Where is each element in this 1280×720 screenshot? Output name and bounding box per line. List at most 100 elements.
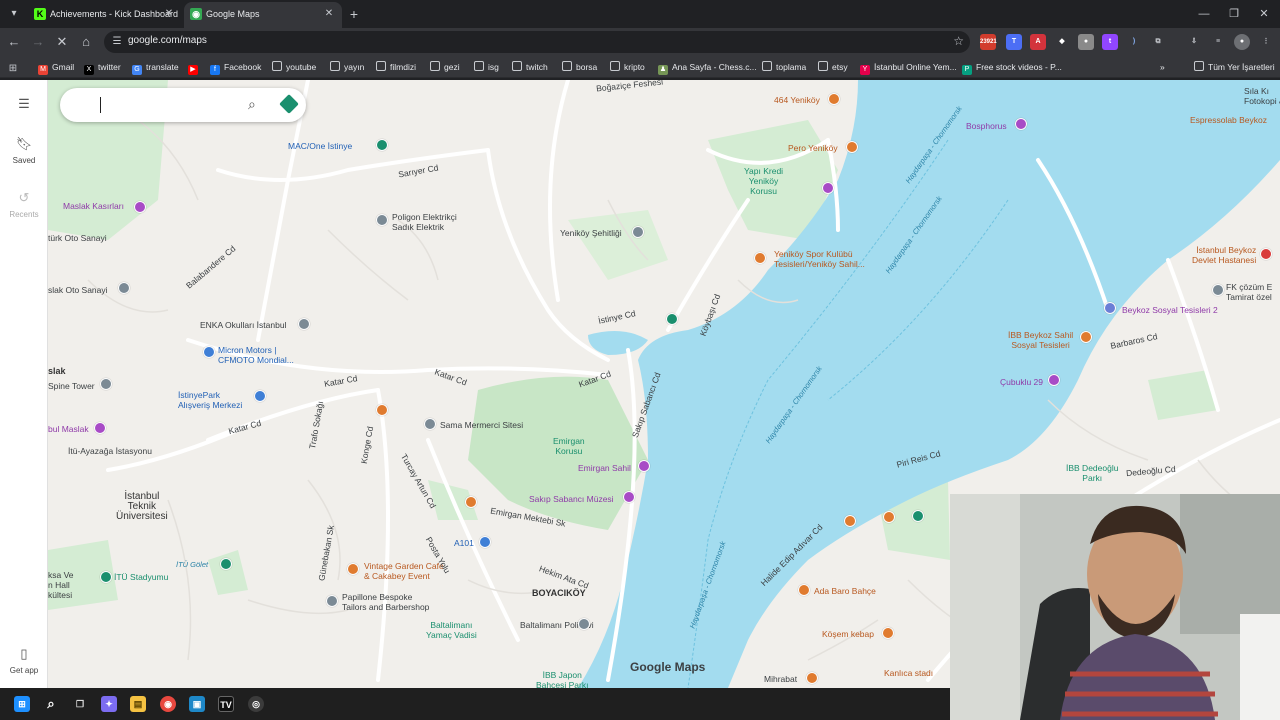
gym-pin-icon[interactable]	[376, 139, 388, 151]
search-input[interactable]	[104, 96, 234, 108]
school-pin-icon[interactable]	[298, 318, 310, 330]
restaurant-pin-icon[interactable]	[883, 511, 895, 523]
bookmark-folder-kripto[interactable]: kripto	[610, 60, 645, 74]
museum-pin-icon[interactable]	[623, 491, 635, 503]
download-icon[interactable]: ⇩	[1186, 34, 1202, 50]
restore-button[interactable]: ❐	[1220, 4, 1248, 24]
map-label[interactable]: İBB Japon Bahçesi Parkı	[536, 670, 588, 688]
parking-pin-icon[interactable]	[1104, 302, 1116, 314]
bookmark-folder-twitch[interactable]: twitch	[512, 60, 548, 74]
stop-loading-button[interactable]: ✕	[52, 32, 72, 52]
map-label[interactable]: Ada Baro Bahçe	[814, 586, 876, 596]
park-pin-icon[interactable]	[912, 510, 924, 522]
forward-button[interactable]: →	[28, 32, 48, 52]
bookmark-folder-filmdizi[interactable]: filmdizi	[376, 60, 416, 74]
place-pin-icon[interactable]	[118, 282, 130, 294]
extensions-puzzle-icon[interactable]: ⧉	[1150, 34, 1166, 50]
recents-button[interactable]: ↺ Recents	[0, 190, 48, 219]
adblock-extension-icon[interactable]: A	[1030, 34, 1046, 50]
bookmark-folder-youtube[interactable]: youtube	[272, 60, 316, 74]
map-label[interactable]: Yapı Kredi Yeniköy Korusu	[744, 166, 783, 196]
restaurant-pin-icon[interactable]	[882, 627, 894, 639]
shopping-pin-icon[interactable]	[94, 422, 106, 434]
translate-extension-icon[interactable]: T	[1006, 34, 1022, 50]
address-bar[interactable]: ☰ google.com/maps ☆	[104, 31, 970, 53]
map-label[interactable]: FK çözüm E Tamirat özel	[1226, 282, 1272, 302]
place-pin-icon[interactable]	[100, 378, 112, 390]
map-label[interactable]: Bosphorus	[966, 121, 1007, 131]
chrome-icon[interactable]: ◉	[160, 696, 176, 712]
tab-google-maps[interactable]: ◉ Google Maps ✕	[184, 2, 342, 28]
barber-pin-icon[interactable]	[326, 595, 338, 607]
voice-extension-icon[interactable]: )	[1126, 34, 1142, 50]
park-pin-icon[interactable]	[666, 313, 678, 325]
cemetery-pin-icon[interactable]	[632, 226, 644, 238]
bookmark-pexels[interactable]: P Free stock videos - P...	[962, 60, 1062, 75]
hospital-pin-icon[interactable]	[1260, 248, 1272, 260]
directions-icon[interactable]	[279, 94, 299, 114]
attraction-pin-icon[interactable]	[134, 201, 146, 213]
sports-pin-icon[interactable]	[754, 252, 766, 264]
bookmarks-overflow-icon[interactable]: »	[1160, 60, 1165, 74]
map-label[interactable]: Kanlıca stadı	[884, 668, 933, 678]
bookmark-gmail[interactable]: M Gmail	[38, 60, 74, 75]
tab-kick-dashboard[interactable]: K Achievements - Kick Dashboard ✕	[28, 2, 182, 28]
window-close-button[interactable]: ✕	[1250, 4, 1278, 24]
map-label[interactable]: İTÜ Stadyumu	[114, 572, 168, 582]
place-pin-icon[interactable]	[578, 618, 590, 630]
close-icon[interactable]: ✕	[322, 7, 336, 21]
menu-button[interactable]: ☰	[0, 96, 48, 116]
map-label[interactable]: Mihrabat	[764, 674, 797, 684]
map-label[interactable]: A101	[454, 538, 474, 548]
twitch-extension-icon[interactable]: t	[1102, 34, 1118, 50]
map-label[interactable]: ksa Ve n Hall kültesi	[48, 570, 74, 600]
mall-pin-icon[interactable]	[254, 390, 266, 402]
new-tab-button[interactable]: +	[344, 4, 364, 24]
map-label[interactable]: Poligon Elektrikçi Sadık Elektrik	[392, 212, 457, 232]
restaurant-pin-icon[interactable]	[806, 672, 818, 684]
bookmark-folder-toplama[interactable]: toplama	[762, 60, 806, 74]
map-label[interactable]: Sama Mermerci Sitesi	[440, 420, 523, 430]
app-icon[interactable]: ▣	[189, 696, 205, 712]
map-label[interactable]: Emirgan Korusu	[553, 436, 585, 456]
search-icon[interactable]: ⌕	[43, 696, 59, 712]
map-label[interactable]: slak	[48, 366, 66, 376]
map-label[interactable]: Köşem kebap	[822, 629, 874, 639]
map-label[interactable]: Vintage Garden Cafe & Cakabey Event	[364, 561, 444, 581]
bookmark-istanbul-yemek[interactable]: Y İstanbul Online Yem...	[860, 60, 957, 75]
bookmark-facebook[interactable]: f Facebook	[210, 60, 261, 75]
map-label[interactable]: İstanbul Teknik Üniversitesi	[116, 492, 168, 522]
place-pin-icon[interactable]	[1212, 284, 1224, 296]
map-label[interactable]: Yeniköy Spor Kulübü Tesisleri/Yeniköy Sa…	[774, 249, 865, 269]
search-icon[interactable]: ⌕	[248, 96, 256, 113]
reading-list-icon[interactable]: ≡	[1210, 34, 1226, 50]
restaurant-pin-icon[interactable]	[846, 141, 858, 153]
file-explorer-icon[interactable]: ▤	[130, 696, 146, 712]
cafe-pin-icon[interactable]	[347, 563, 359, 575]
map-label[interactable]: İTÜ Gölet	[176, 560, 208, 570]
map-label[interactable]: Beykoz Sosyal Tesisleri 2	[1122, 305, 1218, 315]
extension-badge[interactable]: 23921	[980, 34, 997, 50]
bookmark-twitter[interactable]: Xtwitter	[84, 60, 121, 75]
attraction-pin-icon[interactable]	[638, 460, 650, 472]
restaurant-pin-icon[interactable]	[798, 584, 810, 596]
apps-grid-icon[interactable]: ⊞	[8, 60, 22, 74]
map-label[interactable]: İtü-Ayazağa İstasyonu	[68, 446, 152, 456]
bookmark-chess[interactable]: ♟ Ana Sayfa - Chess.c...	[658, 60, 757, 75]
map-label[interactable]: MAC/One İstinye	[288, 141, 352, 151]
saved-button[interactable]: 🔖︎ Saved	[0, 136, 48, 165]
map-label[interactable]: ENKA Okulları İstanbul	[200, 320, 286, 330]
map-label[interactable]: Yeniköy Şehitliği	[560, 228, 622, 238]
all-bookmarks-button[interactable]: Tüm Yer İşaretleri	[1194, 60, 1275, 74]
bookmark-folder-yayin[interactable]: yayın	[330, 60, 364, 74]
restaurant-pin-icon[interactable]	[844, 515, 856, 527]
close-icon[interactable]: ✕	[162, 7, 176, 21]
back-button[interactable]: ←	[4, 32, 24, 52]
minimize-button[interactable]: —	[1190, 4, 1218, 24]
diamond-extension-icon[interactable]: ◆	[1054, 34, 1070, 50]
map-label[interactable]: Sakıp Sabancı Müzesi	[529, 494, 614, 504]
profile-avatar[interactable]: ●	[1234, 34, 1250, 50]
attraction-pin-icon[interactable]	[1015, 118, 1027, 130]
map-label[interactable]: Sıla Kı Fotokopi &	[1244, 86, 1280, 106]
map-label[interactable]: Baltalimanı Yamaç Vadisi	[426, 620, 477, 640]
